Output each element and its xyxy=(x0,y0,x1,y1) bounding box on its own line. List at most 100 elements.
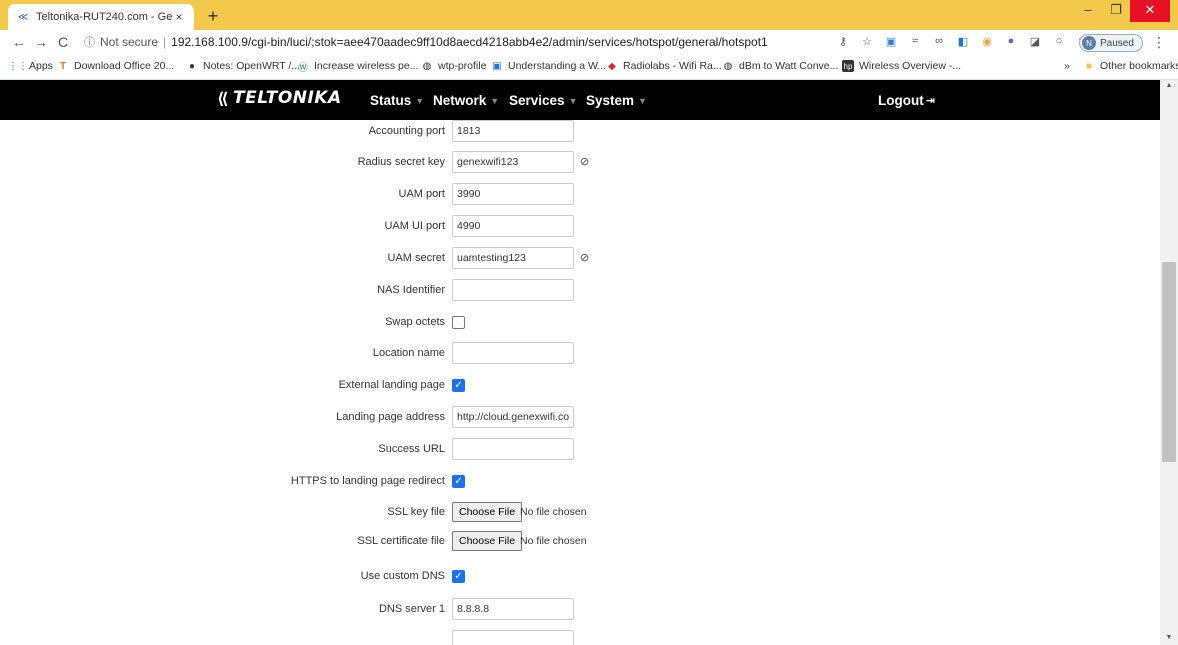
row-landing-page-address: Landing page address xyxy=(0,406,1160,430)
dns-server-1-input[interactable] xyxy=(452,598,574,620)
forward-button[interactable]: → xyxy=(30,34,52,50)
bookmarks-overflow[interactable]: » xyxy=(1064,60,1070,72)
extension-icon[interactable]: ∞ xyxy=(932,34,946,48)
extension-icon[interactable]: ● xyxy=(1004,34,1018,48)
page-scrollbar[interactable]: ▲ ▼ xyxy=(1160,80,1178,645)
row-https-redirect: HTTPS to landing page redirect ✓ xyxy=(0,470,1160,494)
new-tab-button[interactable]: + xyxy=(203,6,223,26)
minimize-button[interactable]: – xyxy=(1074,0,1102,22)
profile-status: Paused xyxy=(1100,37,1134,49)
bookmark-item[interactable]: ◆ Radiolabs - Wifi Ra... xyxy=(606,60,721,72)
uam-port-input[interactable] xyxy=(452,183,574,205)
nas-identifier-input[interactable] xyxy=(452,279,574,301)
scrollbar-thumb[interactable] xyxy=(1162,262,1176,462)
window-controls: – ❐ ✕ xyxy=(1074,0,1170,22)
chevron-down-icon: ▼ xyxy=(638,95,647,106)
row-dns-server-2 xyxy=(0,630,1160,645)
ssl-key-file-button[interactable]: Choose File xyxy=(452,502,523,522)
bookmark-item[interactable]: ▣ Understanding a W... xyxy=(491,60,606,72)
dns-server-2-input[interactable] xyxy=(452,630,574,645)
info-icon[interactable]: ⓘ xyxy=(84,34,95,50)
use-custom-dns-checkbox[interactable]: ✓ xyxy=(452,570,465,583)
star-icon[interactable]: ☆ xyxy=(860,34,874,48)
key-icon[interactable]: ⚷ xyxy=(836,34,850,48)
profile-button[interactable]: N Paused xyxy=(1079,34,1143,52)
reload-button[interactable]: C xyxy=(52,34,74,50)
bookmark-other[interactable]: ■ Other bookmarks xyxy=(1083,60,1178,72)
row-uam-secret: UAM secret ⊘ xyxy=(0,247,1160,271)
https-redirect-checkbox[interactable]: ✓ xyxy=(452,475,465,488)
extension-icon[interactable]: ◧ xyxy=(956,34,970,48)
avatar: N xyxy=(1082,36,1096,50)
uam-port-label: UAM port xyxy=(398,188,445,200)
menu-system[interactable]: System ▼ xyxy=(586,93,647,108)
row-accounting-port: Accounting port xyxy=(0,120,1160,144)
address-bar[interactable]: ⓘ Not secure | 192.168.100.9/cgi-bin/luc… xyxy=(84,32,814,52)
swap-octets-checkbox[interactable] xyxy=(452,316,465,329)
close-window-button[interactable]: ✕ xyxy=(1130,0,1170,22)
external-landing-page-label: External landing page xyxy=(338,379,445,391)
success-url-label: Success URL xyxy=(378,443,445,455)
row-radius-secret-key: Radius secret key ⊘ xyxy=(0,151,1160,175)
external-landing-page-checkbox[interactable]: ✓ xyxy=(452,379,465,392)
brand-name: TELTONIKA xyxy=(233,88,342,108)
teltonika-logo[interactable]: ⟪ TELTONIKA xyxy=(217,88,342,108)
ssl-certificate-file-status: No file chosen xyxy=(520,535,587,547)
teltonika-header: ⟪ TELTONIKA Status ▼ Network ▼ Services ▼ S… xyxy=(0,80,1160,120)
accounting-port-input[interactable] xyxy=(452,120,574,142)
extension-icon[interactable]: ◉ xyxy=(980,34,994,48)
security-status: Not secure xyxy=(100,35,159,49)
extension-icon[interactable]: ≈ xyxy=(908,34,922,48)
bookmark-apps[interactable]: ⋮⋮ Apps xyxy=(8,60,53,72)
dns-server-1-label: DNS server 1 xyxy=(378,603,445,615)
radius-secret-key-input[interactable] xyxy=(452,151,574,173)
chevron-down-icon: ▼ xyxy=(490,95,500,106)
ssl-certificate-file-button[interactable]: Choose File xyxy=(452,531,523,551)
row-ssl-key-file: SSL key file Choose File No file chosen xyxy=(0,501,1160,525)
location-name-label: Location name xyxy=(372,347,445,359)
menu-network[interactable]: Network ▼ xyxy=(433,93,499,108)
logout-icon: ⇥ xyxy=(925,95,935,107)
tab-close-icon[interactable]: × xyxy=(172,10,186,24)
office-icon: T xyxy=(59,60,67,72)
site-icon: ▣ xyxy=(492,60,502,72)
restore-button[interactable]: ❐ xyxy=(1102,0,1130,22)
extension-icon[interactable]: ◪ xyxy=(1028,34,1042,48)
row-ssl-certificate-file: SSL certificate file Choose File No file… xyxy=(0,530,1160,554)
ssl-key-file-status: No file chosen xyxy=(520,506,587,518)
success-url-input[interactable] xyxy=(452,438,574,460)
globe-icon: ◍ xyxy=(422,60,432,72)
extension-icon[interactable]: ▣ xyxy=(884,34,898,48)
row-use-custom-dns: Use custom DNS ✓ xyxy=(0,565,1160,589)
ssl-key-file-label: SSL key file xyxy=(387,506,445,518)
extension-icon[interactable]: ○ xyxy=(1052,34,1066,48)
location-name-input[interactable] xyxy=(452,342,574,364)
bookmark-item[interactable]: ◍ dBm to Watt Conve... xyxy=(722,60,839,72)
bookmark-item[interactable]: Ⓦ Increase wireless pe... xyxy=(297,60,418,74)
folder-icon: ■ xyxy=(1085,60,1093,72)
eye-slash-icon[interactable]: ⊘ xyxy=(580,155,589,168)
uam-ui-port-input[interactable] xyxy=(452,215,574,237)
landing-page-address-label: Landing page address xyxy=(336,411,445,423)
bookmark-item[interactable]: T Download Office 20... xyxy=(57,60,174,72)
row-uam-port: UAM port xyxy=(0,183,1160,207)
menu-kebab-icon[interactable]: ⋮ xyxy=(1152,34,1166,51)
landing-page-address-input[interactable] xyxy=(452,406,574,428)
uam-secret-input[interactable] xyxy=(452,247,574,269)
menu-status[interactable]: Status ▼ xyxy=(370,93,424,108)
github-icon: ● xyxy=(188,60,196,72)
logout-link[interactable]: Logout ⇥ xyxy=(878,93,935,108)
teltonika-logo-icon: ⟪ xyxy=(217,88,230,108)
bookmark-item[interactable]: hp Wireless Overview -... xyxy=(842,60,961,72)
eye-slash-icon[interactable]: ⊘ xyxy=(580,251,589,264)
scroll-down-icon[interactable]: ▼ xyxy=(1160,634,1178,641)
browser-tab[interactable]: ≪ Teltonika-RUT240.com - General × xyxy=(8,4,194,30)
menu-services[interactable]: Services ▼ xyxy=(509,93,577,108)
scroll-up-icon[interactable]: ▲ xyxy=(1160,82,1178,89)
browser-toolbar: ← → C ⓘ Not secure | 192.168.100.9/cgi-b… xyxy=(0,30,1178,54)
back-button[interactable]: ← xyxy=(8,34,30,50)
https-redirect-label: HTTPS to landing page redirect xyxy=(290,475,445,487)
bookmark-item[interactable]: ● Notes: OpenWRT /... xyxy=(186,60,300,72)
radiolabs-icon: ◆ xyxy=(608,60,616,72)
bookmark-item[interactable]: ◍ wtp-profile xyxy=(421,60,487,72)
